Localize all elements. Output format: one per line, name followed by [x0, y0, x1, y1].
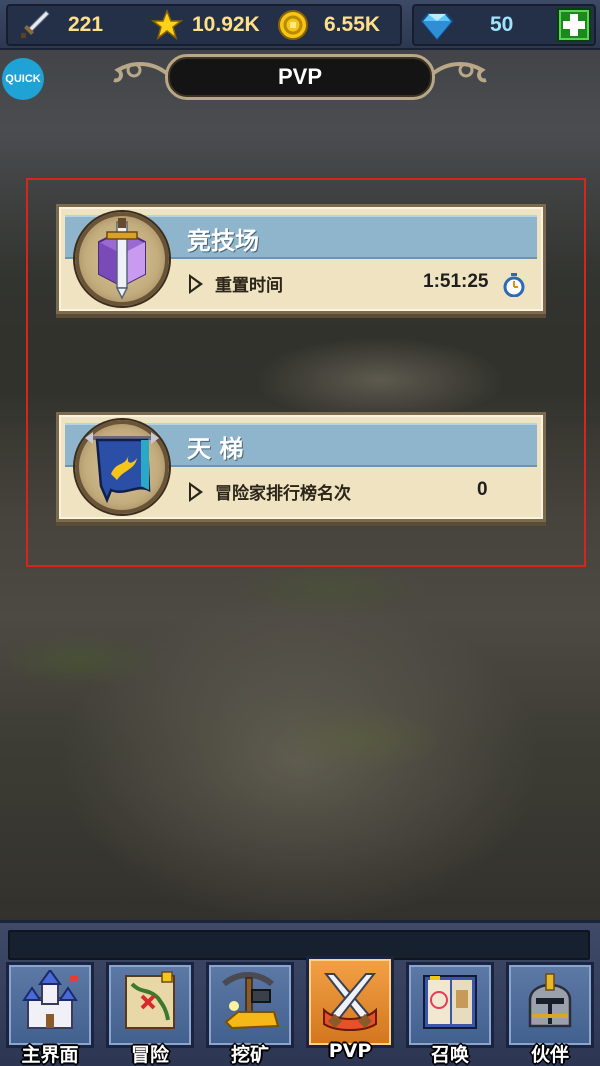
coin-icon: [276, 8, 310, 42]
attack-resource: 221: [18, 6, 103, 44]
helmet-icon: [528, 973, 572, 1028]
arena-reset-row: 重置时间: [189, 271, 283, 296]
nav-summon-label: 召唤: [430, 1044, 469, 1066]
arena-card[interactable]: 竞技场 重置时间 1:51:25: [56, 204, 546, 314]
nav-mining[interactable]: 挖矿: [204, 962, 296, 1066]
nav-home[interactable]: 主界面: [4, 962, 96, 1066]
gems-resource: 50: [420, 6, 513, 44]
nav-adventure[interactable]: 冒险: [104, 962, 196, 1066]
ladder-card[interactable]: 天 梯 冒险家排行榜名次 0: [56, 412, 546, 522]
sword-crystal-icon: [75, 212, 169, 306]
message-bar: [8, 930, 590, 960]
diamond-icon: [420, 8, 454, 42]
ladder-rank-value: 0: [477, 479, 488, 500]
nav-home-label: 主界面: [21, 1044, 79, 1066]
play-arrow-icon: [189, 481, 203, 502]
stars-value: 10.92K: [192, 13, 260, 36]
spellbook-icon: [423, 975, 477, 1029]
nav-partner[interactable]: 伙伴: [504, 962, 596, 1066]
plus-icon: [563, 14, 585, 36]
crossed-swords-icon: [323, 973, 377, 1031]
map-icon: [125, 971, 175, 1029]
resource-bar: 221 10.92K 6.55K 50: [0, 0, 600, 50]
quick-button[interactable]: QUICK: [2, 58, 44, 100]
page-title: PVP: [277, 64, 323, 89]
arena-reset-label: 重置时间: [215, 276, 283, 296]
play-arrow-icon: [189, 273, 203, 294]
attack-value: 221: [68, 13, 104, 36]
gold-value: 6.55K: [324, 13, 381, 36]
gold-resource: 6.55K: [276, 6, 380, 44]
arena-reset-timer: 1:51:25: [423, 271, 489, 292]
sword-icon: [18, 8, 52, 42]
nav-mining-label: 挖矿: [230, 1044, 269, 1066]
nav-summon[interactable]: 召唤: [404, 962, 496, 1066]
add-gems-button[interactable]: [557, 8, 591, 42]
ladder-rank-row: 冒险家排行榜名次: [189, 479, 351, 504]
banner-flag-icon: [75, 420, 169, 514]
pickaxe-icon: [222, 972, 280, 1030]
arena-name: 竞技场: [187, 227, 259, 255]
ladder-rank-label: 冒险家排行榜名次: [215, 484, 351, 504]
nav-partner-label: 伙伴: [530, 1044, 569, 1066]
nav-adventure-label: 冒险: [130, 1044, 169, 1066]
star-icon: [150, 8, 184, 42]
stopwatch-icon: [502, 273, 526, 301]
castle-icon: [22, 970, 78, 1029]
ladder-name: 天 梯: [187, 435, 244, 463]
nav-pvp[interactable]: PVP: [304, 956, 396, 1066]
nav-pvp-label: PVP: [328, 1040, 372, 1062]
gems-value: 50: [490, 13, 514, 36]
stars-resource: 10.92K: [150, 6, 260, 44]
title-plate: PVP: [165, 54, 435, 100]
title-banner: PVP: [110, 54, 490, 102]
